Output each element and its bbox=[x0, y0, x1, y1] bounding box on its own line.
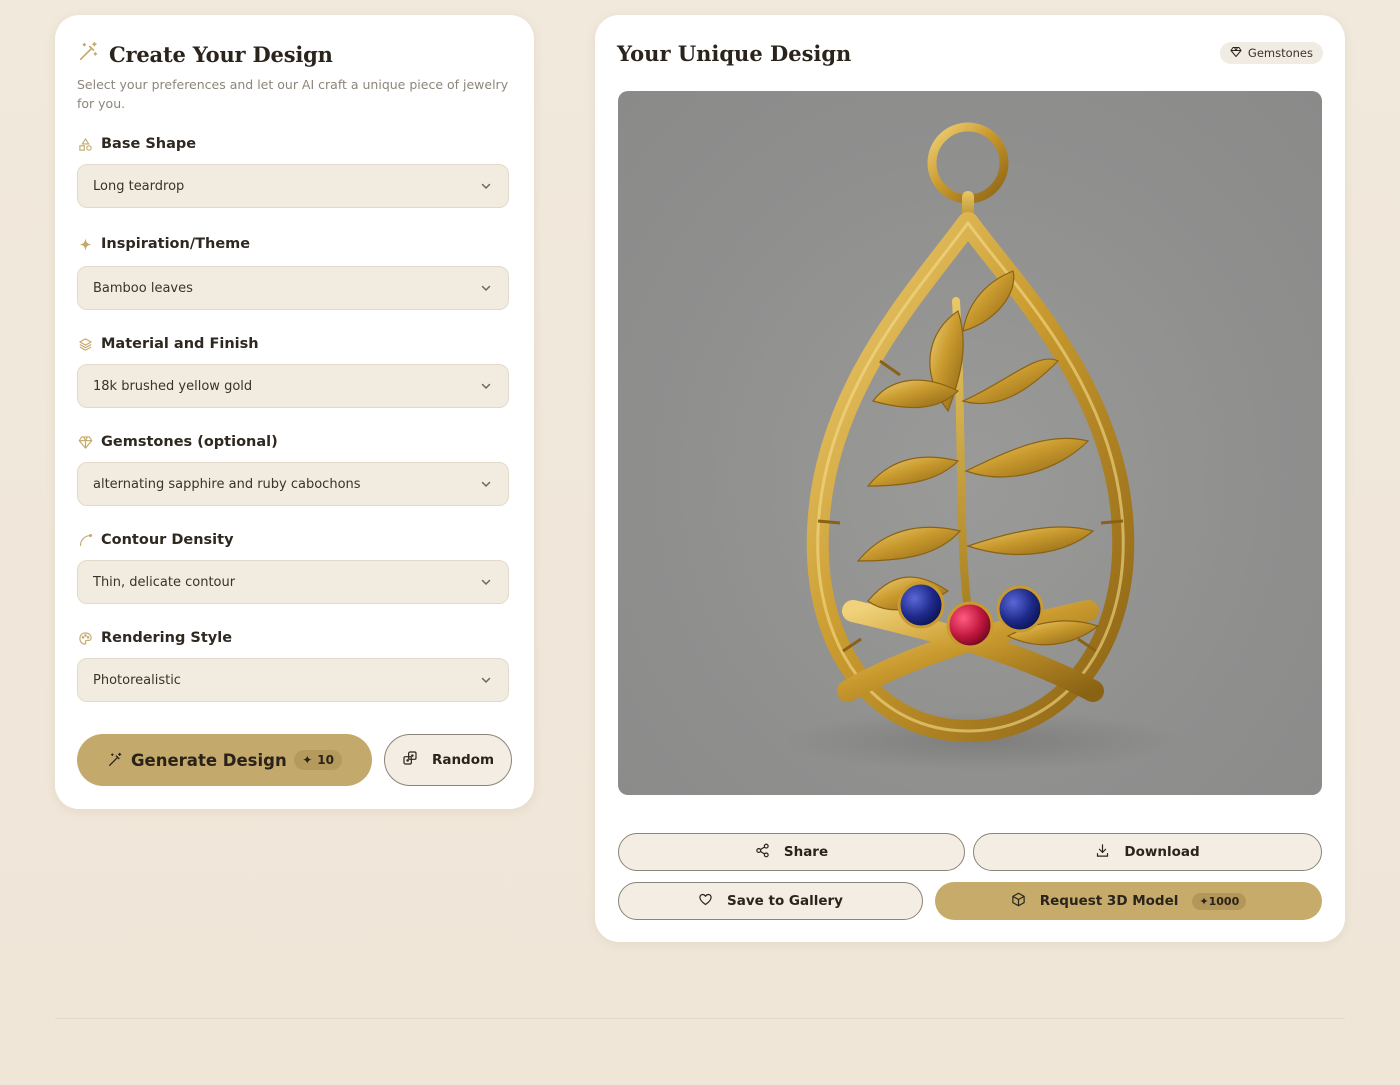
shuffle-icon bbox=[402, 750, 418, 770]
base-shape-label-text: Base Shape bbox=[101, 136, 197, 152]
inspiration-label: Inspiration/Theme bbox=[77, 236, 250, 252]
result-title: Your Unique Design bbox=[617, 41, 852, 66]
material-label: Material and Finish bbox=[77, 336, 259, 352]
save-to-gallery-label: Save to Gallery bbox=[727, 893, 843, 909]
share-button[interactable]: Share bbox=[618, 833, 965, 871]
base-shape-value: Long teardrop bbox=[93, 178, 185, 194]
material-label-text: Material and Finish bbox=[101, 336, 259, 352]
base-shape-label: Base Shape bbox=[77, 136, 196, 152]
form-title: Create Your Design bbox=[109, 41, 333, 67]
chevron-down-icon bbox=[480, 282, 492, 294]
credit-cost-badge: ✦ 10 bbox=[294, 750, 342, 770]
sparkle-icon bbox=[77, 236, 93, 252]
request-3d-model-button[interactable]: Request 3D Model ✦1000 bbox=[935, 882, 1322, 920]
heart-icon bbox=[698, 892, 713, 911]
chevron-down-icon bbox=[480, 478, 492, 490]
material-select[interactable]: 18k brushed yellow gold bbox=[77, 364, 509, 408]
inspiration-value: Bamboo leaves bbox=[93, 280, 193, 296]
magic-wand-icon bbox=[107, 752, 123, 768]
rendering-style-label: Rendering Style bbox=[77, 630, 232, 646]
download-button[interactable]: Download bbox=[973, 833, 1322, 871]
base-shape-select[interactable]: Long teardrop bbox=[77, 164, 509, 208]
rendering-style-label-text: Rendering Style bbox=[101, 630, 233, 646]
pendant-render bbox=[783, 122, 1183, 771]
palette-icon bbox=[77, 630, 93, 646]
contour-label: Contour Density bbox=[77, 532, 234, 548]
gemstones-badge-label: Gemstones bbox=[1247, 46, 1313, 60]
credit-cost-value: 10 bbox=[317, 753, 334, 767]
gemstones-value: alternating sapphire and ruby cabochons bbox=[93, 476, 361, 492]
design-form-panel: Create Your Design Select your preferenc… bbox=[55, 15, 534, 809]
gemstones-label: Gemstones (optional) bbox=[77, 434, 278, 450]
generate-design-button[interactable]: Generate Design ✦ 10 bbox=[77, 734, 372, 786]
shapes-icon bbox=[77, 136, 93, 152]
footer-divider bbox=[55, 1018, 1345, 1019]
chevron-down-icon bbox=[480, 576, 492, 588]
gemstones-label-text: Gemstones (optional) bbox=[101, 434, 278, 450]
request-cost-value: 1000 bbox=[1208, 894, 1240, 908]
contour-value: Thin, delicate contour bbox=[93, 574, 236, 590]
cube-icon bbox=[1011, 892, 1026, 911]
form-subtitle: Select your preferences and let our AI c… bbox=[77, 77, 509, 111]
download-label: Download bbox=[1124, 844, 1200, 860]
magic-wand-icon bbox=[77, 41, 99, 67]
design-preview-image bbox=[618, 91, 1322, 795]
random-button[interactable]: Random bbox=[384, 734, 512, 786]
rendering-style-value: Photorealistic bbox=[93, 672, 181, 688]
chevron-down-icon bbox=[480, 180, 492, 192]
share-icon bbox=[755, 843, 770, 862]
credit-cost-badge: ✦1000 bbox=[1192, 892, 1247, 910]
contour-label-text: Contour Density bbox=[101, 532, 234, 548]
request-3d-model-label: Request 3D Model bbox=[1039, 893, 1179, 909]
gem-icon bbox=[1230, 46, 1242, 61]
form-header: Create Your Design bbox=[77, 41, 333, 67]
curve-icon bbox=[77, 532, 93, 548]
rendering-style-select[interactable]: Photorealistic bbox=[77, 658, 509, 702]
sparkle-icon: ✦ bbox=[302, 753, 313, 767]
download-icon bbox=[1095, 843, 1110, 862]
random-label: Random bbox=[431, 752, 495, 768]
design-result-panel: Your Unique Design Gemstones Share Downl… bbox=[595, 15, 1345, 942]
chevron-down-icon bbox=[480, 380, 492, 392]
generate-design-label: Generate Design bbox=[131, 750, 287, 770]
share-label: Share bbox=[783, 844, 829, 860]
inspiration-label-text: Inspiration/Theme bbox=[101, 236, 251, 252]
contour-select[interactable]: Thin, delicate contour bbox=[77, 560, 509, 604]
inspiration-select[interactable]: Bamboo leaves bbox=[77, 266, 509, 310]
save-to-gallery-button[interactable]: Save to Gallery bbox=[618, 882, 923, 920]
gem-icon bbox=[77, 434, 93, 450]
gemstones-select[interactable]: alternating sapphire and ruby cabochons bbox=[77, 462, 509, 506]
layers-icon bbox=[77, 336, 93, 352]
chevron-down-icon bbox=[480, 674, 492, 686]
material-value: 18k brushed yellow gold bbox=[93, 378, 253, 394]
gemstones-badge: Gemstones bbox=[1219, 42, 1323, 64]
